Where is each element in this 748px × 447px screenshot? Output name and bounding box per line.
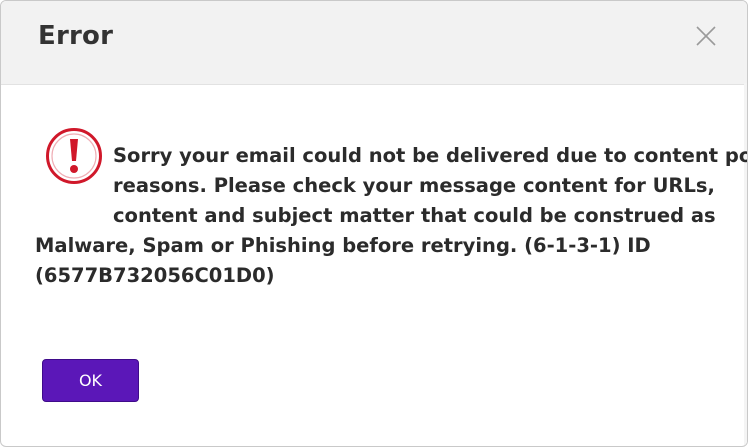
error-message: Sorry your email could not be delivered … bbox=[35, 141, 748, 291]
dialog-header: Error bbox=[1, 1, 747, 85]
error-dialog: Error Sorry your email could not be deli… bbox=[0, 0, 748, 447]
message-line: (6577B732056C01D0) bbox=[35, 264, 275, 287]
message-line: reasons. Please check your message conte… bbox=[113, 174, 715, 197]
message-line: Sorry your email could not be delivered … bbox=[113, 144, 748, 167]
dialog-title: Error bbox=[38, 21, 114, 51]
message-line: content and subject matter that could be… bbox=[113, 204, 716, 227]
message-line: Malware, Spam or Phishing before retryin… bbox=[35, 234, 651, 257]
close-icon[interactable] bbox=[689, 19, 723, 53]
ok-button[interactable]: OK bbox=[42, 359, 139, 402]
scroll-edge bbox=[744, 83, 747, 446]
